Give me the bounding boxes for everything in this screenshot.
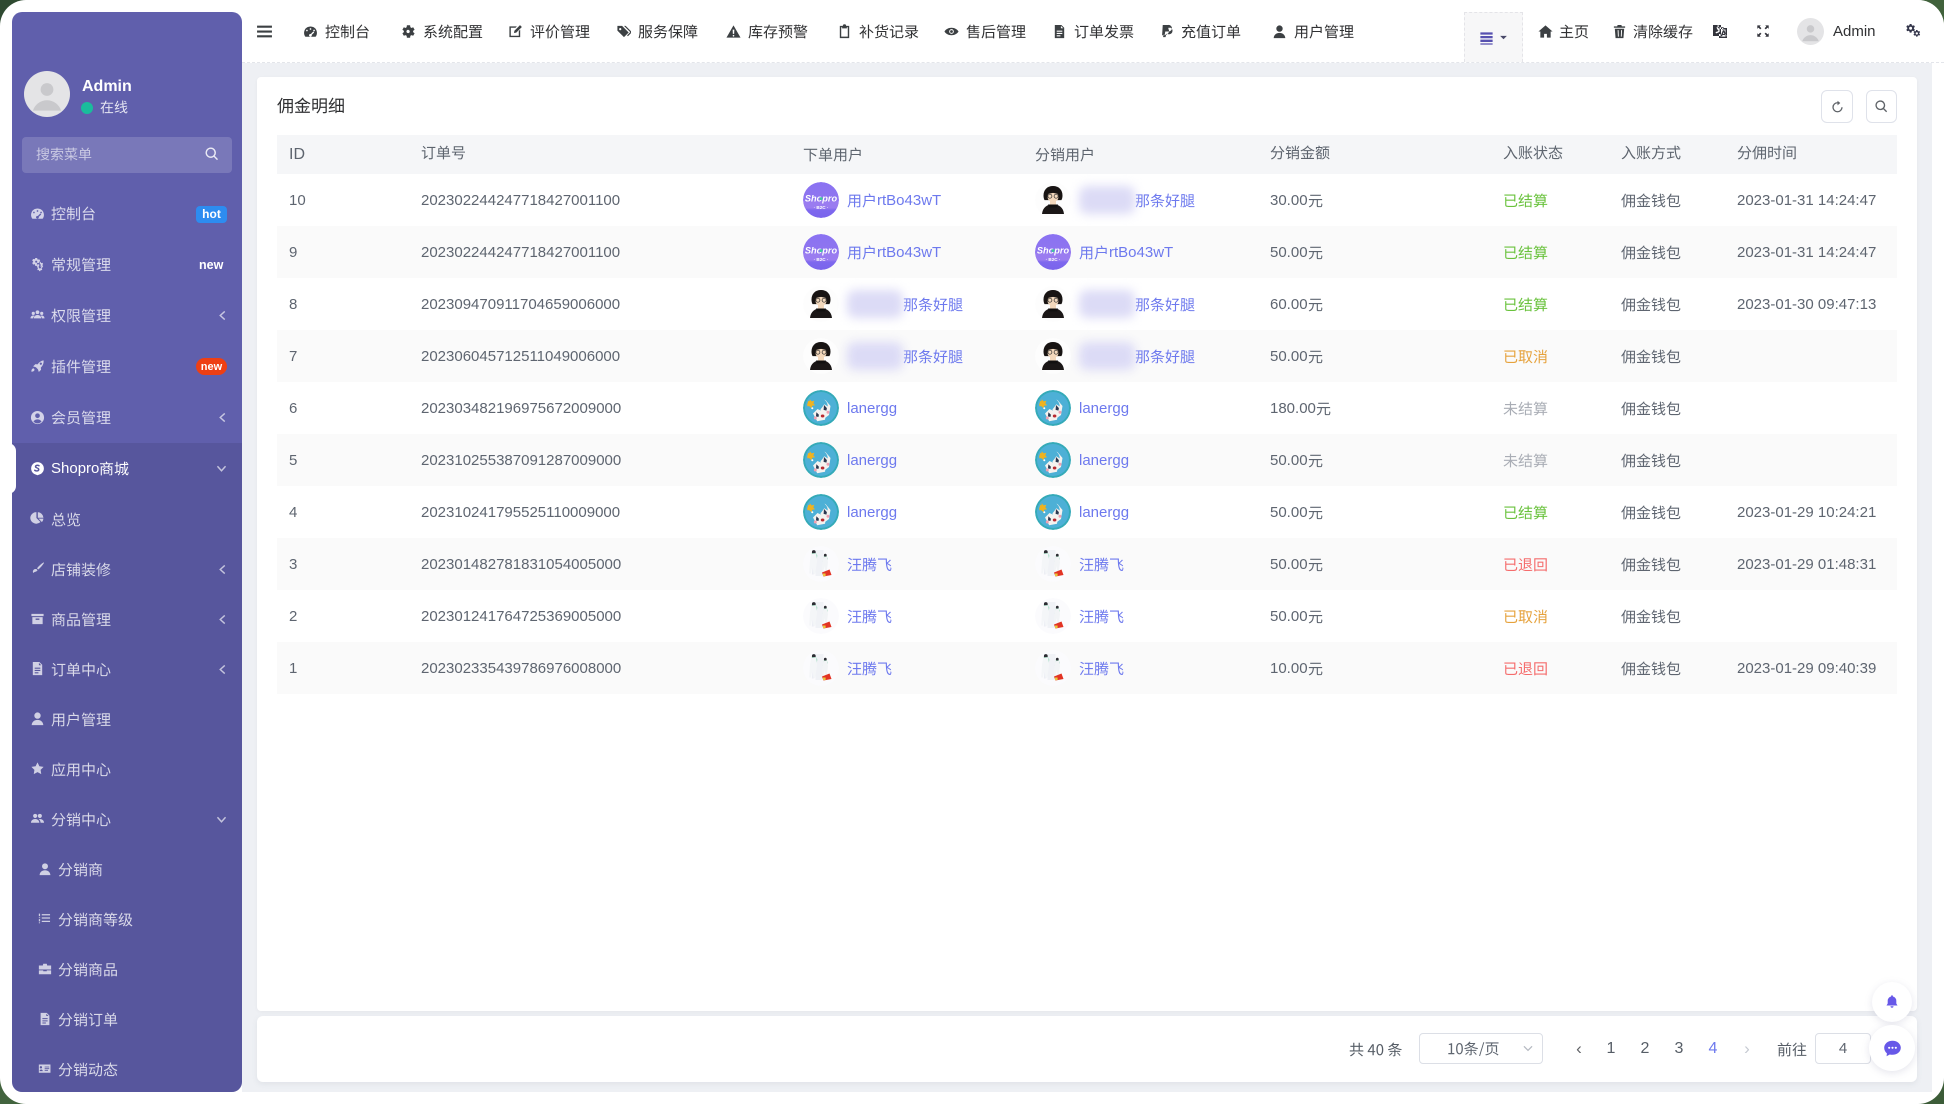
svg-text:· B2C ·: · B2C · (1046, 257, 1061, 262)
svg-text:· B2C ·: · B2C · (814, 205, 829, 210)
svg-text:· B2C ·: · B2C · (814, 257, 829, 262)
